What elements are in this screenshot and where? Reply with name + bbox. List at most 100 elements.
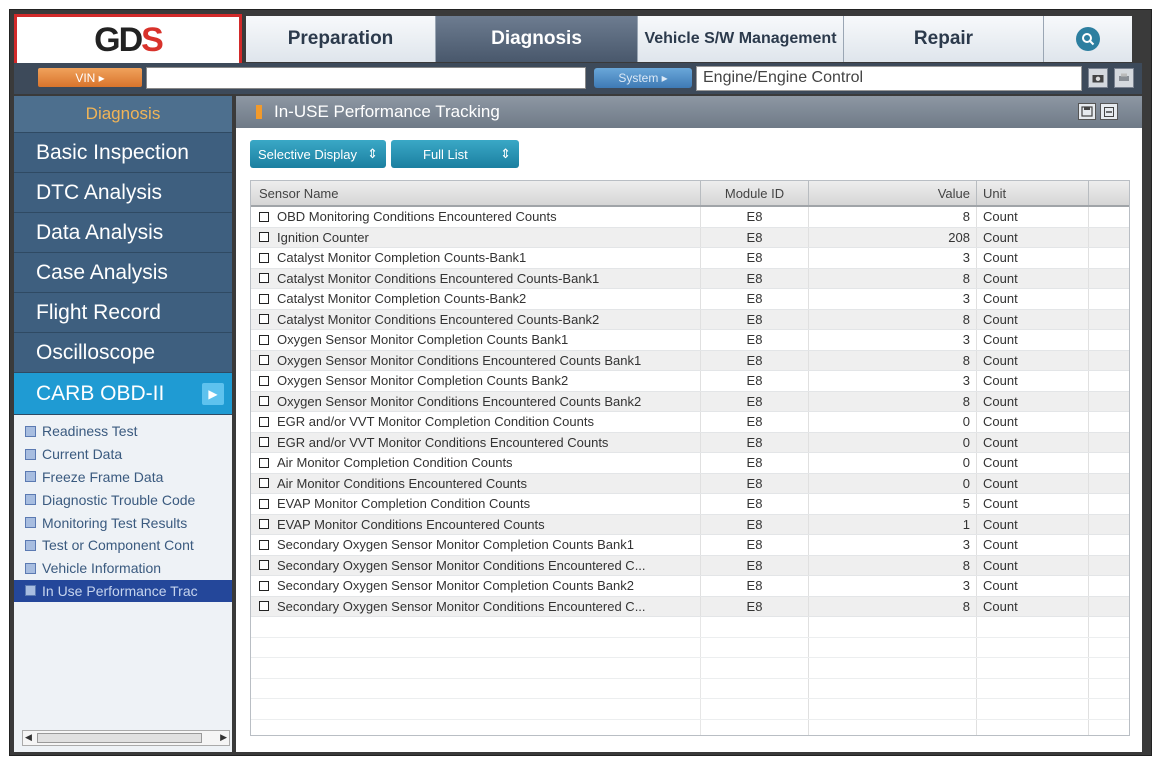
unit-cell: Count [977,453,1089,473]
table-row[interactable]: Secondary Oxygen Sensor Monitor Completi… [251,576,1129,597]
value-cell: 3 [809,371,977,391]
sidebar-item-carb-obd-ii[interactable]: CARB OBD-II ▶ [14,373,232,415]
minimize-icon[interactable] [1100,103,1118,120]
row-checkbox[interactable] [259,560,269,571]
submenu-readiness-test[interactable]: Readiness Test [14,420,232,443]
row-checkbox[interactable] [259,355,269,366]
table-row[interactable]: Ignition Counter E8 208 Count [251,227,1129,248]
row-checkbox[interactable] [259,375,269,386]
column-header-unit[interactable]: Unit [977,181,1089,205]
camera-icon[interactable] [1088,68,1108,88]
table-row[interactable]: Secondary Oxygen Sensor Monitor Conditio… [251,596,1129,617]
table-row[interactable]: Secondary Oxygen Sensor Monitor Conditio… [251,555,1129,576]
row-checkbox[interactable] [259,498,269,509]
row-checkbox[interactable] [259,416,269,427]
sidebar-item-case-analysis[interactable]: Case Analysis [14,253,232,293]
table-row[interactable]: EGR and/or VVT Monitor Conditions Encoun… [251,432,1129,453]
row-checkbox[interactable] [259,334,269,345]
submenu-monitoring-test-results[interactable]: Monitoring Test Results [14,511,232,534]
value-cell: 0 [809,432,977,452]
table-row[interactable]: Secondary Oxygen Sensor Monitor Completi… [251,535,1129,556]
row-checkbox[interactable] [259,478,269,489]
scroll-right-icon[interactable]: ▶ [220,732,227,743]
logo-text: GDS [94,20,164,59]
submenu-test-or-component-control[interactable]: Test or Component Cont [14,534,232,557]
row-checkbox[interactable] [259,252,269,263]
dropdown-label: Selective Display [258,146,357,162]
sidebar-item-flight-record[interactable]: Flight Record [14,293,232,333]
submenu-in-use-performance-tracking[interactable]: In Use Performance Trac [14,579,232,603]
column-header-module-id[interactable]: Module ID [701,181,809,205]
value-cell: 8 [809,309,977,329]
module-id-cell: E8 [701,576,809,596]
scrollbar-thumb[interactable] [37,733,202,743]
tab-preparation[interactable]: Preparation [246,16,436,62]
selective-display-dropdown[interactable]: Selective Display ⇕ [250,140,386,168]
table-row[interactable]: Oxygen Sensor Monitor Completion Counts … [251,371,1129,392]
table-row[interactable]: Catalyst Monitor Conditions Encountered … [251,309,1129,330]
row-checkbox[interactable] [259,211,269,222]
sidebar-item-label: CARB OBD-II [36,381,165,405]
tab-repair[interactable]: Repair [844,16,1044,62]
row-checkbox[interactable] [259,580,269,591]
submenu-vehicle-information[interactable]: Vehicle Information [14,557,232,580]
table-row[interactable]: EVAP Monitor Completion Condition Counts… [251,494,1129,515]
row-checkbox[interactable] [259,519,269,530]
table-row[interactable]: EGR and/or VVT Monitor Completion Condit… [251,412,1129,433]
row-checkbox[interactable] [259,539,269,550]
table-row[interactable]: Air Monitor Completion Condition Counts E… [251,453,1129,474]
value-cell: 3 [809,248,977,268]
system-field[interactable]: Engine/Engine Control [696,66,1082,91]
extra-cell [1089,556,1129,576]
row-checkbox[interactable] [259,437,269,448]
tab-diagnosis[interactable]: Diagnosis [436,16,638,62]
row-checkbox[interactable] [259,273,269,284]
sidebar-item-oscilloscope[interactable]: Oscilloscope [14,333,232,373]
extra-cell [1089,228,1129,248]
performance-table: Sensor Name Module ID Value Unit OBD Mon… [250,180,1130,736]
unit-cell: Count [977,494,1089,514]
row-checkbox[interactable] [259,396,269,407]
table-row[interactable]: Catalyst Monitor Conditions Encountered … [251,268,1129,289]
system-button[interactable]: System ▸ [594,68,692,88]
full-list-dropdown[interactable]: Full List ⇕ [391,140,519,168]
document-icon [25,517,36,529]
print-icon[interactable] [1114,68,1134,88]
row-checkbox[interactable] [259,314,269,325]
sidebar-item-data-analysis[interactable]: Data Analysis [14,213,232,253]
value-cell: 3 [809,535,977,555]
gds-logo: GDS [14,14,242,66]
submenu-freeze-frame-data[interactable]: Freeze Frame Data [14,466,232,489]
panel-title: In-USE Performance Tracking [274,102,500,121]
table-row[interactable]: EVAP Monitor Conditions Encountered Coun… [251,514,1129,535]
row-checkbox[interactable] [259,601,269,612]
column-header-sensor-name[interactable]: Sensor Name [251,181,701,205]
sidebar: Diagnosis Basic Inspection DTC Analysis … [14,96,232,752]
table-row[interactable]: Air Monitor Conditions Encountered Count… [251,473,1129,494]
save-icon[interactable] [1078,103,1096,120]
submenu-diagnostic-trouble-code[interactable]: Diagnostic Trouble Code [14,488,232,511]
tab-vehicle-sw-management[interactable]: Vehicle S/W Management [638,16,844,62]
column-header-value[interactable]: Value [809,181,977,205]
submenu-current-data[interactable]: Current Data [14,443,232,466]
table-row[interactable]: Catalyst Monitor Completion Counts-Bank1… [251,248,1129,269]
row-checkbox[interactable] [259,232,269,243]
row-checkbox[interactable] [259,457,269,468]
sidebar-item-dtc-analysis[interactable]: DTC Analysis [14,173,232,213]
vin-field[interactable] [146,67,586,89]
document-icon [25,448,36,460]
table-row[interactable]: Oxygen Sensor Monitor Conditions Encount… [251,350,1129,371]
sidebar-item-basic-inspection[interactable]: Basic Inspection [14,133,232,173]
row-checkbox[interactable] [259,293,269,304]
table-row[interactable]: Catalyst Monitor Completion Counts-Bank2… [251,289,1129,310]
sensor-name-cell: Oxygen Sensor Monitor Completion Counts … [251,330,701,350]
search-icon[interactable] [1076,27,1100,51]
unit-cell: Count [977,207,1089,227]
table-row[interactable]: Oxygen Sensor Monitor Completion Counts … [251,330,1129,351]
sidebar-horizontal-scrollbar[interactable]: ◀ ▶ [22,730,230,746]
scroll-left-icon[interactable]: ◀ [25,732,32,743]
empty-table-row [251,699,1129,720]
table-row[interactable]: Oxygen Sensor Monitor Conditions Encount… [251,391,1129,412]
vin-button[interactable]: VIN ▸ [38,68,142,87]
table-row[interactable]: OBD Monitoring Conditions Encountered Co… [251,207,1129,228]
